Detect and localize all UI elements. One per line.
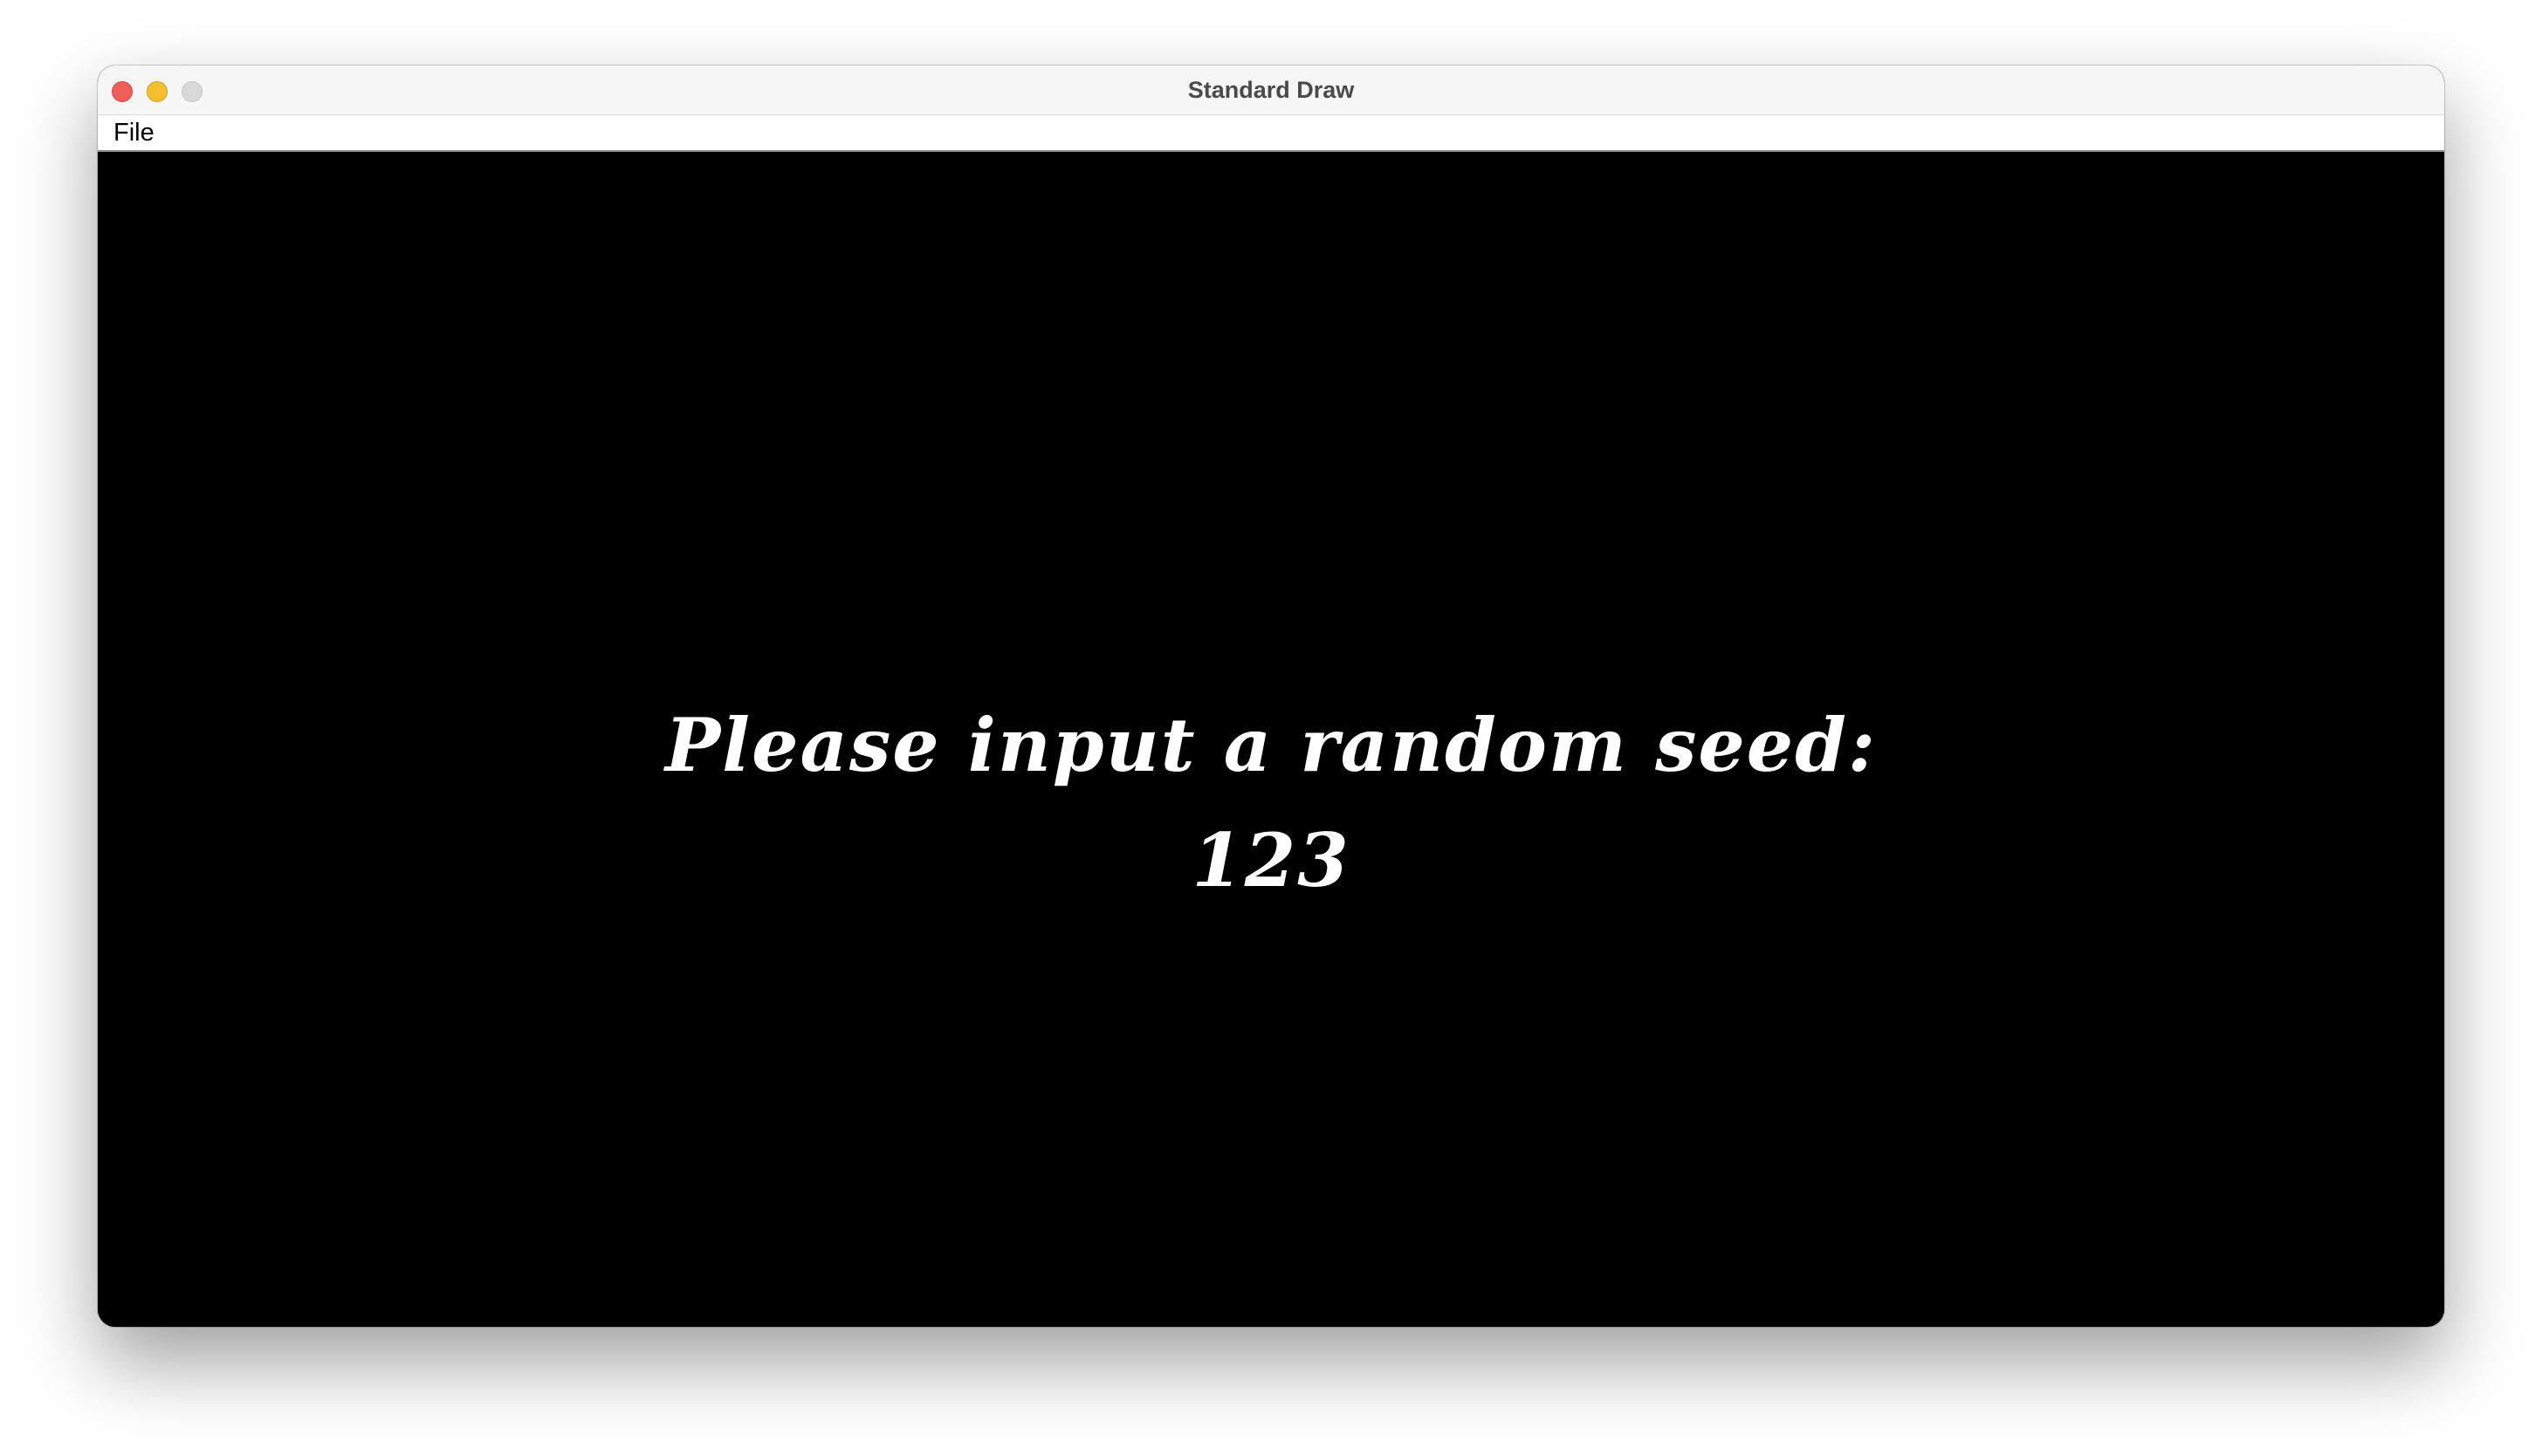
seed-prompt-text: Please input a random seed:: [665, 702, 1877, 788]
seed-input-value: 123: [1192, 817, 1350, 903]
drawing-canvas[interactable]: Please input a random seed: 123: [98, 152, 2444, 1327]
window-title: Standard Draw: [1187, 77, 1355, 103]
desktop: Standard Draw File Please input a random…: [0, 0, 2542, 1456]
title-bar[interactable]: Standard Draw: [98, 65, 2444, 115]
standard-draw-window: Standard Draw File Please input a random…: [98, 65, 2444, 1327]
menu-bar: File: [98, 115, 2444, 152]
menu-file[interactable]: File: [113, 115, 155, 150]
